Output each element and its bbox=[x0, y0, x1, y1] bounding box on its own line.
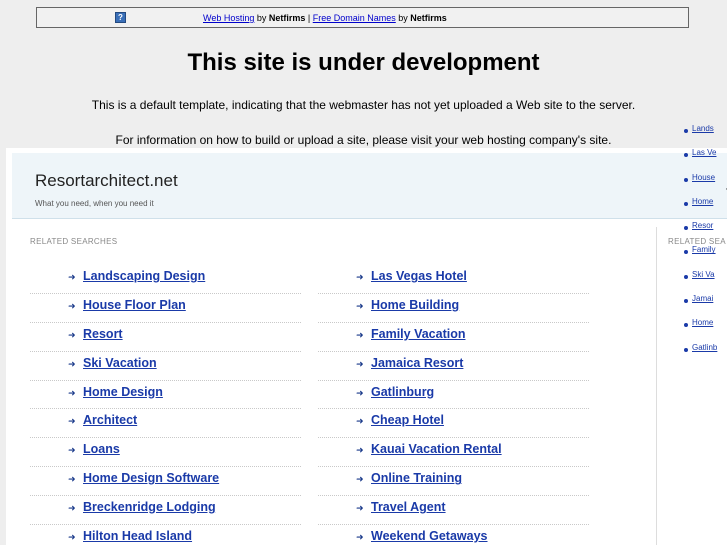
banner-separator: | bbox=[305, 13, 313, 23]
related-link[interactable]: Home Building bbox=[371, 298, 459, 312]
list-item: ➜ Online Training bbox=[318, 467, 589, 497]
list-item: ➜ Weekend Getaways bbox=[318, 525, 589, 545]
related-link[interactable]: Jamaica Resort bbox=[371, 356, 463, 370]
site-tagline: What you need, when you need it bbox=[35, 199, 154, 208]
arrow-right-icon: ➜ bbox=[68, 387, 76, 398]
related-link[interactable]: Online Training bbox=[371, 471, 462, 485]
arrow-right-icon: ➜ bbox=[68, 503, 76, 514]
list-item: ➜ Travel Agent bbox=[318, 496, 589, 526]
list-item: ➜ Home Design Software bbox=[30, 467, 301, 497]
page-title: This site is under development bbox=[187, 49, 540, 76]
sidebar-link[interactable]: Gatlinb bbox=[692, 343, 717, 352]
arrow-right-icon: ➜ bbox=[356, 300, 364, 311]
related-link[interactable]: Hilton Head Island bbox=[83, 529, 192, 543]
hosting-info-notice: For information on how to build or uploa… bbox=[115, 133, 612, 147]
related-link[interactable]: Ski Vacation bbox=[83, 356, 157, 370]
list-item: ➜ Las Vegas Hotel bbox=[318, 265, 589, 294]
related-link[interactable]: Breckenridge Lodging bbox=[83, 500, 216, 514]
list-item: ➜ Home Building bbox=[318, 294, 589, 323]
bullet-icon bbox=[684, 129, 688, 133]
related-link[interactable]: Landscaping Design bbox=[83, 269, 205, 283]
arrow-right-icon: ➜ bbox=[68, 445, 76, 456]
arrow-right-icon: ➜ bbox=[356, 474, 364, 485]
related-link[interactable]: Loans bbox=[83, 442, 120, 456]
related-link[interactable]: Weekend Getaways bbox=[371, 529, 488, 543]
related-link[interactable]: Resort bbox=[83, 327, 123, 341]
arrow-right-icon: ➜ bbox=[68, 532, 76, 543]
list-item: ➜ Gatlinburg bbox=[318, 381, 589, 410]
list-item: ➜ Loans bbox=[30, 438, 301, 468]
sidebar-link[interactable]: Home bbox=[692, 318, 713, 327]
related-link[interactable]: Cheap Hotel bbox=[371, 413, 444, 427]
related-searches-panel: RELATED SEARCHES ➜ Landscaping Design ➜ Ho… bbox=[12, 227, 657, 545]
banner-by-text: by bbox=[254, 13, 269, 23]
related-link[interactable]: Gatlinburg bbox=[371, 385, 434, 399]
sidebar-link[interactable]: Family bbox=[692, 245, 716, 254]
hosting-banner: ? Web Hosting by Netfirms | Free Domain … bbox=[36, 7, 689, 28]
list-item: ➜ Resort bbox=[30, 323, 301, 352]
bullet-icon bbox=[684, 201, 688, 206]
related-link[interactable]: Kauai Vacation Rental bbox=[371, 442, 502, 456]
banner-by-text: by bbox=[395, 13, 411, 23]
arrow-right-icon: ➜ bbox=[356, 503, 364, 514]
arrow-right-icon: ➜ bbox=[356, 272, 364, 282]
list-item: ➜ Cheap Hotel bbox=[318, 409, 589, 439]
related-link[interactable]: Family Vacation bbox=[371, 327, 465, 341]
list-item: ➜ Hilton Head Island bbox=[30, 525, 301, 545]
sidebar-link[interactable]: Jamai bbox=[692, 294, 713, 303]
parked-header: Resortarchitect.net What you need, when … bbox=[12, 153, 727, 219]
parked-domain-frame: Resortarchitect.net What you need, when … bbox=[6, 148, 727, 545]
list-item: ➜ Landscaping Design bbox=[30, 265, 301, 294]
related-link[interactable]: House Floor Plan bbox=[83, 298, 186, 312]
free-domain-names-link[interactable]: Free Domain Names bbox=[313, 13, 396, 23]
related-link[interactable]: Las Vegas Hotel bbox=[371, 269, 467, 283]
list-item: ➜ Family Vacation bbox=[318, 323, 589, 352]
arrow-right-icon: ➜ bbox=[68, 358, 76, 369]
list-item: ➜ Ski Vacation bbox=[30, 352, 301, 381]
arrow-right-icon: ➜ bbox=[68, 272, 76, 282]
arrow-right-icon: ➜ bbox=[356, 358, 364, 369]
list-item: ➜ Architect bbox=[30, 409, 301, 439]
sidebar-link[interactable]: House bbox=[692, 173, 715, 182]
arrow-right-icon: ➜ bbox=[68, 474, 76, 485]
related-links-right-column: ➜ Las Vegas Hotel ➜ Home Building ➜ Family … bbox=[318, 265, 589, 545]
bullet-icon bbox=[684, 177, 688, 182]
arrow-right-icon: ➜ bbox=[356, 387, 364, 398]
sidebar-link[interactable]: Lands bbox=[692, 124, 714, 133]
default-template-notice: This is a default template, indicating t… bbox=[91, 98, 636, 112]
list-item: ➜ Kauai Vacation Rental bbox=[318, 438, 589, 468]
banner-links: Web Hosting by Netfirms | Free Domain Na… bbox=[203, 13, 447, 23]
arrow-right-icon: ➜ bbox=[68, 300, 76, 311]
netfirms-brand: Netfirms bbox=[268, 13, 306, 23]
arrow-right-icon: ➜ bbox=[356, 445, 364, 456]
site-name[interactable]: Resortarchitect.net bbox=[35, 171, 178, 191]
related-link[interactable]: Architect bbox=[83, 413, 137, 427]
bullet-icon bbox=[684, 274, 688, 279]
related-links-left-column: ➜ Landscaping Design ➜ House Floor Plan ➜ R… bbox=[30, 265, 301, 545]
arrow-right-icon: ➜ bbox=[68, 416, 76, 427]
arrow-right-icon: ➜ bbox=[356, 416, 364, 427]
sidebar-link[interactable]: Las Ve bbox=[692, 148, 716, 157]
sidebar-link[interactable]: Resor bbox=[692, 221, 713, 230]
list-item: ➜ Breckenridge Lodging bbox=[30, 496, 301, 526]
list-item: ➜ House Floor Plan bbox=[30, 294, 301, 323]
bullet-icon bbox=[684, 347, 688, 352]
arrow-right-icon: ➜ bbox=[356, 329, 364, 340]
question-mark-icon[interactable]: ? bbox=[115, 12, 126, 23]
arrow-right-icon: ➜ bbox=[68, 329, 76, 340]
web-hosting-link[interactable]: Web Hosting bbox=[203, 13, 254, 23]
list-item: ➜ Jamaica Resort bbox=[318, 352, 589, 381]
arrow-right-icon: ➜ bbox=[356, 532, 364, 543]
related-link[interactable]: Home Design Software bbox=[83, 471, 219, 485]
list-item: ➜ Home Design bbox=[30, 381, 301, 410]
sidebar-link[interactable]: Home bbox=[692, 197, 713, 206]
related-searches-label: RELATED SEARCHES bbox=[30, 237, 118, 246]
related-link[interactable]: Travel Agent bbox=[371, 500, 446, 514]
related-link[interactable]: Home Design bbox=[83, 385, 163, 399]
sidebar-link[interactable]: Ski Va bbox=[692, 270, 715, 279]
netfirms-brand: Netfirms bbox=[410, 13, 447, 23]
